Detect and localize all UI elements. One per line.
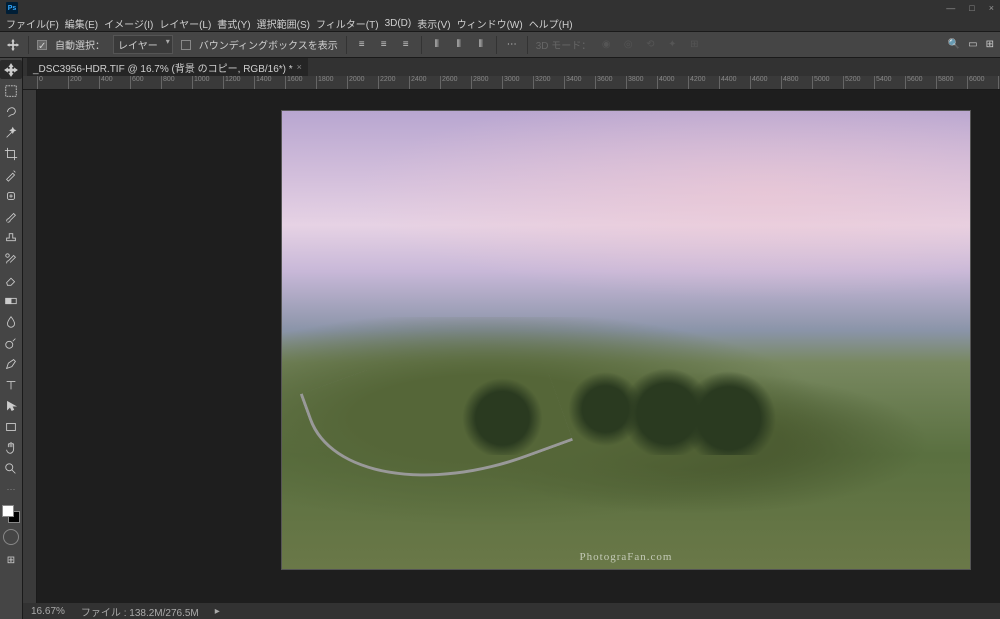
menu-select[interactable]: 選択範囲(S) <box>257 16 310 31</box>
quick-mask-toggle[interactable] <box>3 529 19 545</box>
3d-icon-4: ✦ <box>665 38 679 52</box>
menu-filter[interactable]: フィルター(T) <box>316 16 379 31</box>
lasso-tool[interactable] <box>0 102 22 121</box>
search-icon[interactable]: 🔍 <box>948 39 960 50</box>
history-brush-tool[interactable] <box>0 249 22 268</box>
title-bar: Ps — □ × <box>0 0 1000 16</box>
brush-tool[interactable] <box>0 207 22 226</box>
menu-edit[interactable]: 編集(E) <box>65 16 98 31</box>
edit-toolbar-icon[interactable]: ⋯ <box>0 480 22 499</box>
close-button[interactable]: × <box>989 3 994 13</box>
type-tool[interactable] <box>0 375 22 394</box>
align-left-icon[interactable]: ≡ <box>355 38 369 52</box>
workspace-menu-icon[interactable]: ⊞ <box>986 39 994 50</box>
document-tab-title: _DSC3956-HDR.TIF @ 16.7% (背景 のコピー, RGB/1… <box>33 60 293 75</box>
align-top-icon[interactable]: ⫴ <box>430 38 444 52</box>
rectangle-tool[interactable] <box>0 417 22 436</box>
3d-mode-label: 3D モード： <box>536 37 592 52</box>
gradient-tool[interactable] <box>0 291 22 310</box>
menu-view[interactable]: 表示(V) <box>417 16 450 31</box>
3d-icon-1: ◉ <box>599 38 613 52</box>
dodge-tool[interactable] <box>0 333 22 352</box>
3d-icon-5: ⊞ <box>687 38 701 52</box>
options-bar: ✓ 自動選択： レイヤー バウンディングボックスを表示 ≡ ≡ ≡ ⫴ ⫴ ⫴ … <box>0 32 1000 58</box>
hand-tool[interactable] <box>0 438 22 457</box>
bounding-box-checkbox[interactable] <box>181 40 191 50</box>
align-right-icon[interactable]: ≡ <box>399 38 413 52</box>
status-bar: 16.67% ファイル : 138.2M/276.5M ▸ <box>23 603 1000 619</box>
canvas[interactable]: PhotograFan.com <box>37 90 1000 603</box>
align-center-v-icon[interactable]: ⫴ <box>452 38 466 52</box>
document-tab[interactable]: _DSC3956-HDR.TIF @ 16.7% (背景 のコピー, RGB/1… <box>27 58 308 77</box>
foreground-background-colors[interactable] <box>2 505 20 523</box>
distribute-icon[interactable]: ⋯ <box>505 38 519 52</box>
document-image: PhotograFan.com <box>281 110 971 570</box>
menu-layer[interactable]: レイヤー(L) <box>159 16 211 31</box>
zoom-level[interactable]: 16.67% <box>31 606 65 617</box>
zoom-tool[interactable] <box>0 459 22 478</box>
stamp-tool[interactable] <box>0 228 22 247</box>
document-tab-bar: _DSC3956-HDR.TIF @ 16.7% (背景 のコピー, RGB/1… <box>23 58 1000 76</box>
window-controls: — □ × <box>946 3 994 13</box>
path-select-tool[interactable] <box>0 396 22 415</box>
menu-3d[interactable]: 3D(D) <box>385 18 412 29</box>
image-watermark: PhotograFan.com <box>282 551 970 563</box>
menu-file[interactable]: ファイル(F) <box>6 16 59 31</box>
menu-image[interactable]: イメージ(I) <box>104 16 153 31</box>
align-center-h-icon[interactable]: ≡ <box>377 38 391 52</box>
magic-wand-tool[interactable] <box>0 123 22 142</box>
3d-icon-2: ◎ <box>621 38 635 52</box>
status-arrow-icon[interactable]: ▸ <box>215 606 220 617</box>
3d-icon-3: ⟲ <box>643 38 657 52</box>
app-icon: Ps <box>6 2 18 14</box>
canvas-area: _DSC3956-HDR.TIF @ 16.7% (背景 のコピー, RGB/1… <box>23 58 1000 619</box>
menu-help[interactable]: ヘルプ(H) <box>529 16 573 31</box>
align-bottom-icon[interactable]: ⫴ <box>474 38 488 52</box>
close-tab-icon[interactable]: × <box>297 62 302 72</box>
marquee-tool[interactable] <box>0 81 22 100</box>
crop-tool[interactable] <box>0 144 22 163</box>
maximize-button[interactable]: □ <box>969 3 974 13</box>
workspace-icon[interactable]: ▭ <box>968 39 977 50</box>
menu-type[interactable]: 書式(Y) <box>217 16 250 31</box>
move-tool[interactable] <box>0 60 22 79</box>
eyedropper-tool[interactable] <box>0 165 22 184</box>
healing-tool[interactable] <box>0 186 22 205</box>
screen-mode-icon[interactable]: ⊞ <box>0 551 22 570</box>
ruler-horizontal: 0200400600800100012001400160018002000220… <box>23 76 1000 90</box>
foreground-color-swatch[interactable] <box>2 505 14 517</box>
auto-select-checkbox[interactable]: ✓ <box>37 40 47 50</box>
minimize-button[interactable]: — <box>946 3 955 13</box>
toolbox: ⋯ ⊞ <box>0 58 23 619</box>
menu-bar: ファイル(F) 編集(E) イメージ(I) レイヤー(L) 書式(Y) 選択範囲… <box>0 16 1000 32</box>
bounding-box-label: バウンディングボックスを表示 <box>199 37 338 52</box>
pen-tool[interactable] <box>0 354 22 373</box>
blur-tool[interactable] <box>0 312 22 331</box>
menu-window[interactable]: ウィンドウ(W) <box>457 16 523 31</box>
eraser-tool[interactable] <box>0 270 22 289</box>
ruler-vertical <box>23 90 37 603</box>
file-size-info[interactable]: ファイル : 138.2M/276.5M <box>81 604 199 619</box>
auto-select-label: 自動選択： <box>55 37 105 52</box>
auto-select-dropdown[interactable]: レイヤー <box>113 35 173 54</box>
move-tool-indicator[interactable] <box>6 38 20 52</box>
